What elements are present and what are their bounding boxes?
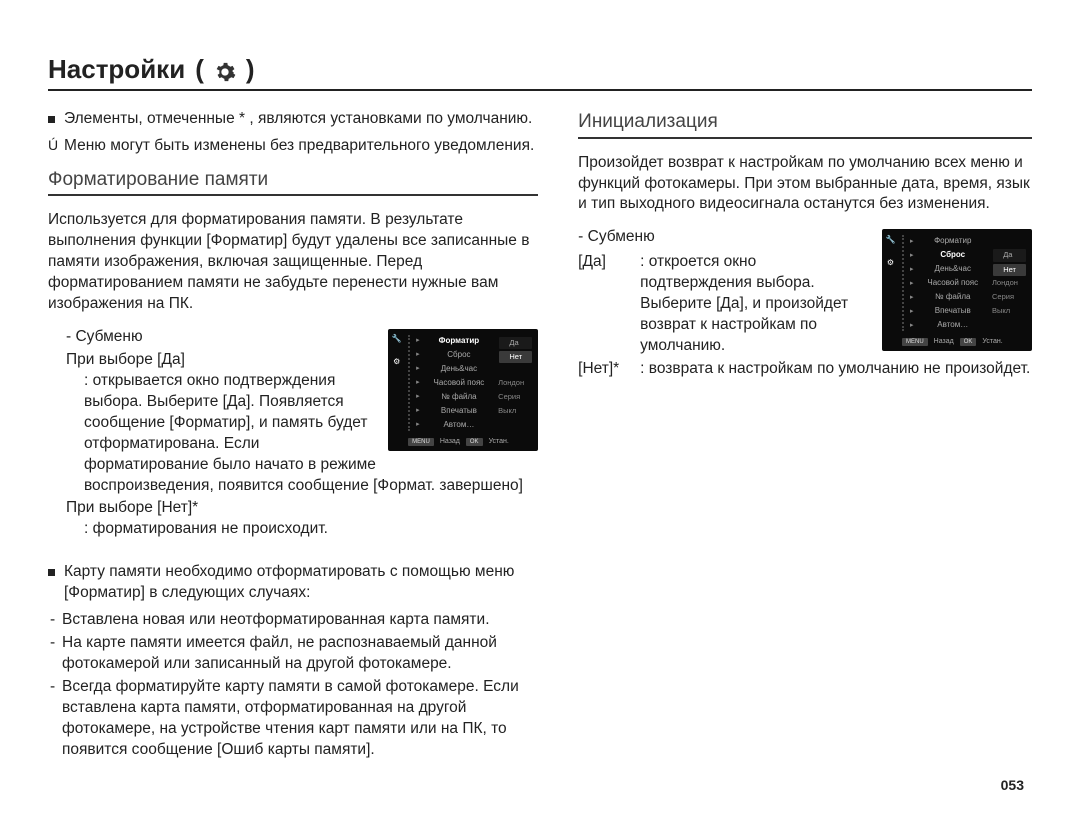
menu-row: ▸Часовой поясЛондон	[910, 277, 1026, 289]
option-yes-row: [Да] : откроется окно подтверждения выбо…	[578, 252, 872, 357]
camera-menu-side-icons: 🔧 ⚙	[392, 335, 401, 367]
option-yes: Да	[993, 249, 1026, 261]
menu-row: ▸Форматир	[910, 235, 1026, 247]
option-no-row: [Нет]* : возврата к настройкам по умолча…	[578, 359, 1032, 380]
page-title-text: Настройки	[48, 54, 185, 85]
option-yes-label: [Да]	[578, 252, 634, 357]
menu-row: ▸ВпечатывВыкл	[910, 305, 1026, 317]
camera-menu: 🔧 ⚙ Да Нет ▸Форматир ▸Сброс ▸День&час ▸Ч…	[882, 229, 1032, 350]
ok-label: Устан.	[982, 337, 1002, 346]
format-case-2: На карте памяти имеется файл, не распозн…	[48, 633, 538, 675]
heading-initialize: Инициализация	[578, 109, 1032, 139]
manual-page: Настройки ( ) Элементы, отмеченные * , я…	[0, 0, 1080, 815]
paren-close: )	[246, 54, 255, 85]
note-changes: Меню могут быть изменены без предварител…	[48, 136, 538, 157]
camera-menu-side-icons: 🔧 ⚙	[886, 235, 895, 267]
ok-button-icon: OK	[960, 338, 977, 346]
page-title: Настройки ( )	[48, 54, 1032, 91]
paren-open: (	[195, 54, 204, 85]
camera-menu-options: Да Нет	[993, 249, 1026, 275]
menu-row: ▸Автом…	[416, 419, 532, 431]
ok-label: Устан.	[489, 437, 509, 446]
ok-button-icon: OK	[466, 438, 483, 446]
wrench-icon: 🔧	[886, 235, 895, 244]
menu-row: ▸Часовой поясЛондон	[416, 377, 532, 389]
camera-menu-footer: MENU Назад OK Устан.	[902, 337, 1026, 346]
gear-icon	[214, 59, 236, 81]
heading-format-memory: Форматирование памяти	[48, 167, 538, 197]
back-label: Назад	[934, 337, 954, 346]
format-case-3: Всегда форматируйте карту памяти в самой…	[48, 677, 538, 761]
menu-row: ▸№ файлаСерия	[910, 291, 1026, 303]
initialize-description: Произойдет возврат к настройкам по умолч…	[578, 153, 1032, 216]
left-column: Элементы, отмеченные * , являются устано…	[48, 109, 538, 763]
note-defaults: Элементы, отмеченные * , являются устано…	[48, 109, 538, 130]
option-no: Нет	[499, 351, 532, 363]
menu-row: ▸День&час	[416, 363, 532, 375]
menu-row: ▸№ файлаСерия	[416, 391, 532, 403]
option-no-label: При выборе [Нет]*	[48, 498, 538, 519]
format-cases-lead: Карту памяти необходимо отформатировать …	[48, 562, 538, 604]
right-column: Инициализация Произойдет возврат к настр…	[578, 109, 1032, 763]
two-column-layout: Элементы, отмеченные * , являются устано…	[48, 109, 1032, 763]
camera-menu-screenshot-format: 🔧 ⚙ Да Нет ▸Форматир ▸Сброс ▸День&час ▸Ч…	[388, 329, 538, 450]
menu-row: ▸Автом…	[910, 319, 1026, 331]
option-no-description: : возврата к настройкам по умолчанию не …	[640, 359, 1032, 380]
format-description: Используется для форматирования памяти. …	[48, 210, 538, 315]
option-yes: Да	[499, 337, 532, 349]
camera-menu-screenshot-reset: 🔧 ⚙ Да Нет ▸Форматир ▸Сброс ▸День&час ▸Ч…	[882, 229, 1032, 350]
format-case-1: Вставлена новая или неотформатированная …	[48, 610, 538, 631]
option-no: Нет	[993, 264, 1026, 276]
menu-row: ▸ВпечатывВыкл	[416, 405, 532, 417]
page-number: 053	[1001, 777, 1024, 793]
camera-menu-footer: MENU Назад OK Устан.	[408, 437, 532, 446]
gear-icon: ⚙	[886, 258, 895, 267]
camera-menu: 🔧 ⚙ Да Нет ▸Форматир ▸Сброс ▸День&час ▸Ч…	[388, 329, 538, 450]
back-button-icon: MENU	[902, 338, 928, 346]
back-label: Назад	[440, 437, 460, 446]
camera-menu-options: Да Нет	[499, 337, 532, 363]
option-no-description: : форматирования не происходит.	[48, 519, 538, 540]
option-yes-description: : откроется окно подтверждения выбора. В…	[640, 252, 872, 357]
wrench-icon: 🔧	[392, 335, 401, 344]
back-button-icon: MENU	[408, 438, 434, 446]
gear-icon: ⚙	[392, 358, 401, 367]
option-no-label: [Нет]*	[578, 359, 634, 380]
